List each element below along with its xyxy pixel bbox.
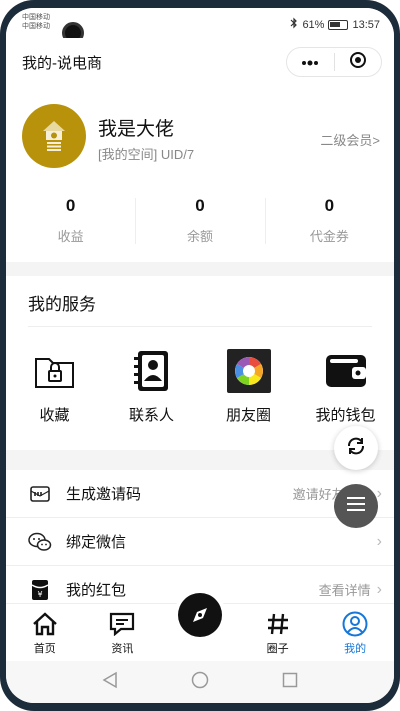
stat-label: 余额 (186, 229, 213, 244)
chevron-right-icon: › (376, 532, 382, 550)
bottom-tab-bar: 首页 资讯 圈子 我的 (6, 590, 394, 661)
tab-label: 我的 (344, 643, 367, 655)
folder-lock-icon (32, 348, 78, 394)
status-bar: 中国移动 中国移动 61% 13:57 (6, 8, 394, 44)
hashtag-icon (263, 610, 293, 638)
status-right: 61% 13:57 (290, 17, 380, 32)
profile-card: 我是大佬 [我的空间] UID/7 二级会员> 0 收益 0 余额 0 代金券 (6, 84, 394, 262)
recents-square-icon[interactable] (282, 672, 298, 693)
battery-percent: 61% (302, 18, 325, 31)
screen: 中国移动 中国移动 61% 13:57 我的-说电商 我是大佬 [我的空间] U… (6, 8, 394, 703)
tab-label: 圈子 (266, 643, 289, 655)
system-nav-bar (6, 661, 394, 703)
more-dots-icon (301, 53, 319, 71)
chevron-right-icon: › (376, 484, 382, 502)
home-icon (30, 610, 60, 638)
contacts-book-icon (129, 348, 175, 394)
stat-value: 0 (324, 196, 335, 215)
page-title: 我的-说电商 (22, 55, 102, 72)
stat-label: 代金券 (309, 229, 349, 244)
tab-circle[interactable]: 圈子 (239, 604, 317, 661)
services-grid: 收藏 联系人 朋友圈 我的钱包 (6, 348, 394, 425)
carrier-2: 中国移动 (22, 23, 50, 30)
service-label: 联系人 (128, 407, 174, 424)
stat-value: 0 (65, 196, 76, 215)
service-contacts[interactable]: 联系人 (103, 348, 200, 425)
phone-frame: 中国移动 中国移动 61% 13:57 我的-说电商 我是大佬 [我的空间] U… (0, 0, 400, 711)
member-level-link[interactable]: 二级会员> (320, 130, 380, 149)
services-section: 我的服务 收藏 联系人 朋友圈 我的钱包 (6, 276, 394, 450)
more-button[interactable] (287, 48, 334, 76)
service-favorites[interactable]: 收藏 (6, 348, 103, 425)
service-moments[interactable]: 朋友圈 (200, 348, 297, 425)
list-item-bind-wechat[interactable]: 绑定微信 › (6, 518, 394, 566)
bluetooth-icon (290, 17, 298, 32)
profile-icon (340, 610, 370, 638)
close-miniprogram-button[interactable] (335, 48, 382, 76)
service-label: 收藏 (39, 407, 70, 424)
services-divider (28, 326, 372, 327)
stat-balance[interactable]: 0 余额 (135, 194, 264, 250)
services-title: 我的服务 (28, 295, 96, 314)
target-close-icon (349, 51, 367, 74)
tab-label: 首页 (33, 643, 56, 655)
refresh-icon (345, 435, 367, 462)
floating-menu-button[interactable] (334, 484, 378, 528)
stats-row: 0 收益 0 余额 0 代金券 (6, 194, 394, 250)
battery-icon (328, 19, 349, 30)
compass-button[interactable] (172, 590, 227, 644)
avatar[interactable] (22, 104, 86, 168)
stat-vouchers[interactable]: 0 代金券 (264, 194, 394, 250)
red-packet-icon: ¥ (28, 578, 52, 602)
user-subtitle[interactable]: [我的空间] UID/7 (98, 144, 194, 163)
carrier-info: 中国移动 中国移动 (22, 13, 50, 31)
mini-program-capsule (286, 47, 382, 77)
service-wallet[interactable]: 我的钱包 (297, 348, 394, 425)
carrier-1: 中国移动 (22, 14, 50, 21)
back-triangle-icon[interactable] (102, 671, 118, 694)
tab-discover[interactable] (161, 590, 239, 661)
moments-aperture-icon (226, 348, 272, 394)
list-item-label: 绑定微信 (66, 534, 127, 551)
news-icon (107, 610, 137, 638)
tab-news[interactable]: 资讯 (84, 604, 162, 661)
hamburger-icon (347, 496, 365, 516)
invite-code-icon (28, 482, 52, 506)
user-name: 我是大佬 (98, 119, 175, 140)
list-item-label: 生成邀请码 (66, 486, 142, 503)
service-label: 朋友圈 (225, 407, 271, 424)
svg-text:¥: ¥ (37, 590, 42, 599)
refresh-button[interactable] (334, 426, 378, 470)
wechat-icon (28, 530, 52, 554)
chevron-right-icon: › (376, 580, 382, 598)
stat-label: 收益 (57, 229, 84, 244)
home-circle-icon[interactable] (191, 671, 209, 694)
tab-home[interactable]: 首页 (6, 604, 84, 661)
service-label: 我的钱包 (315, 407, 376, 424)
stat-value: 0 (195, 196, 205, 215)
title-bar: 我的-说电商 (6, 38, 394, 84)
list-item-hint: 查看详情 (318, 583, 371, 598)
clock: 13:57 (352, 18, 380, 31)
tab-mine[interactable]: 我的 (316, 604, 394, 661)
compass-icon (177, 592, 223, 643)
house-avatar-icon (39, 117, 69, 156)
stat-earnings[interactable]: 0 收益 (6, 194, 135, 250)
tab-label: 资讯 (111, 643, 134, 655)
wallet-icon (323, 348, 369, 394)
